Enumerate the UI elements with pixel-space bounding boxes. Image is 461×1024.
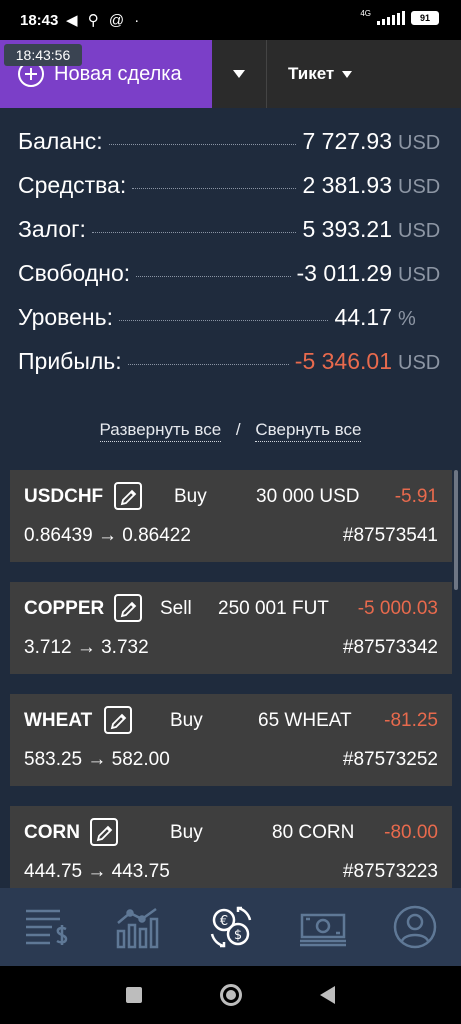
position-pnl: -81.25 bbox=[384, 710, 438, 731]
position-volume: 250 001 FUT bbox=[218, 598, 329, 619]
dotted-leader bbox=[119, 320, 329, 321]
nav-exchange[interactable]: € $ bbox=[184, 888, 276, 966]
network-type: 4G bbox=[360, 8, 371, 18]
summary-value: 7 727.93 bbox=[302, 128, 392, 154]
edit-icon[interactable] bbox=[114, 482, 142, 510]
position-ticket: #87573342 bbox=[342, 637, 438, 658]
position-side: Buy bbox=[174, 486, 207, 507]
position-side: Buy bbox=[170, 822, 203, 843]
position-card[interactable]: WHEAT Buy 65 WHEAT -81.25 583.25 → 582.0… bbox=[10, 694, 452, 786]
summary-value: -5 346.01 bbox=[294, 348, 392, 374]
summary-value: 5 393.21 bbox=[302, 216, 392, 242]
position-pnl: -5 000.03 bbox=[357, 598, 438, 619]
svg-text:€: € bbox=[219, 914, 227, 929]
nav-chart[interactable] bbox=[92, 888, 184, 966]
position-volume: 65 WHEAT bbox=[258, 710, 352, 731]
summary-unit: USD bbox=[398, 352, 441, 374]
summary-unit: USD bbox=[398, 264, 441, 286]
expand-all-link[interactable]: Развернуть все bbox=[99, 420, 222, 442]
link-separator: / bbox=[235, 420, 241, 439]
position-ticket: #87573223 bbox=[342, 861, 438, 882]
dotted-leader bbox=[136, 276, 291, 277]
summary-row: Прибыль: -5 346.01 USD bbox=[18, 348, 442, 392]
dotted-leader bbox=[127, 364, 289, 365]
summary-row: Баланс: 7 727.93 USD bbox=[18, 128, 442, 172]
status-time: 18:43 bbox=[20, 12, 59, 29]
summary-label: Уровень: bbox=[18, 304, 113, 330]
nav-account-statement[interactable] bbox=[0, 888, 92, 966]
position-symbol: USDCHF bbox=[24, 486, 104, 507]
chevron-down-icon bbox=[233, 70, 245, 78]
summary-row: Свободно: -3 011.29 USD bbox=[18, 260, 442, 304]
svg-text:$: $ bbox=[233, 928, 241, 943]
dotted-leader bbox=[108, 144, 297, 145]
position-symbol: CORN bbox=[24, 822, 80, 843]
position-pnl: -80.00 bbox=[384, 822, 438, 843]
server-time: 18:43:56 bbox=[4, 44, 82, 66]
new-deal-dropdown-button[interactable] bbox=[212, 40, 267, 108]
summary-value: 44.17 bbox=[334, 304, 392, 330]
position-volume: 80 CORN bbox=[272, 822, 355, 843]
position-ticket: #87573541 bbox=[342, 525, 438, 546]
position-side: Buy bbox=[170, 710, 203, 731]
ticket-dropdown[interactable]: Тикет bbox=[268, 40, 378, 108]
summary-row: Уровень: 44.17 % bbox=[18, 304, 442, 348]
ticket-label: Тикет bbox=[288, 64, 335, 83]
position-symbol: COPPER bbox=[24, 598, 105, 619]
summary-unit: USD bbox=[398, 176, 441, 198]
currency-exchange-icon: € $ bbox=[210, 906, 251, 948]
summary-label: Свободно: bbox=[18, 260, 131, 286]
position-price: 0.86439 → 0.86422 bbox=[24, 525, 191, 546]
edit-icon[interactable] bbox=[104, 706, 132, 734]
position-side: Sell bbox=[160, 598, 192, 619]
battery-icon: 91 bbox=[411, 11, 439, 25]
home-icon[interactable] bbox=[220, 984, 242, 1006]
summary-unit: USD bbox=[398, 132, 441, 154]
back-icon[interactable] bbox=[320, 986, 335, 1004]
dotted-leader bbox=[91, 232, 297, 233]
nav-profile[interactable] bbox=[369, 888, 461, 966]
summary-row: Залог: 5 393.21 USD bbox=[18, 216, 442, 260]
position-card[interactable]: CORN Buy 80 CORN -80.00 444.75 → 443.75 … bbox=[10, 806, 452, 888]
expand-collapse-links: Развернуть все / Свернуть все bbox=[0, 420, 461, 442]
position-pnl: -5.91 bbox=[394, 486, 438, 507]
position-ticket: #87573252 bbox=[342, 749, 438, 770]
bottom-nav: € $ bbox=[0, 888, 461, 966]
summary-label: Прибыль: bbox=[18, 348, 122, 374]
position-volume: 30 000 USD bbox=[256, 486, 360, 507]
banknote-icon bbox=[299, 913, 346, 947]
position-price: 583.25 → 582.00 bbox=[24, 749, 170, 770]
summary-label: Залог: bbox=[18, 216, 86, 242]
summary-row: Средства: 2 381.93 USD bbox=[18, 172, 442, 216]
edit-icon[interactable] bbox=[114, 594, 142, 622]
collapse-all-link[interactable]: Свернуть все bbox=[255, 420, 362, 442]
chart-icon bbox=[117, 907, 159, 949]
summary-value: -3 011.29 bbox=[296, 260, 392, 286]
account-statement-icon bbox=[26, 909, 68, 945]
position-card[interactable]: COPPER Sell 250 001 FUT -5 000.03 3.712 … bbox=[10, 582, 452, 674]
summary-value: 2 381.93 bbox=[302, 172, 392, 198]
position-price: 444.75 → 443.75 bbox=[24, 861, 170, 882]
system-nav-bar bbox=[0, 966, 461, 1024]
nav-money[interactable] bbox=[277, 888, 369, 966]
dotted-leader bbox=[132, 188, 297, 189]
signal-icon bbox=[377, 11, 405, 25]
status-bar: 18:43 ◀ ⚲ @ · 4G 91 bbox=[0, 0, 461, 40]
summary-unit: % bbox=[398, 308, 416, 330]
position-symbol: WHEAT bbox=[24, 710, 93, 731]
notification-icons: ◀ ⚲ @ · bbox=[66, 12, 143, 29]
summary-label: Баланс: bbox=[18, 128, 103, 154]
scrollbar[interactable] bbox=[454, 470, 458, 590]
summary-label: Средства: bbox=[18, 172, 127, 198]
position-card[interactable]: USDCHF Buy 30 000 USD -5.91 0.86439 → 0.… bbox=[10, 470, 452, 562]
position-price: 3.712 → 3.732 bbox=[24, 637, 149, 658]
chevron-down-icon bbox=[342, 70, 353, 78]
summary-unit: USD bbox=[398, 220, 441, 242]
edit-icon[interactable] bbox=[90, 818, 118, 846]
account-summary: Баланс: 7 727.93 USD Средства: 2 381.93 … bbox=[18, 128, 442, 392]
profile-icon bbox=[393, 905, 437, 949]
status-indicators: 4G 91 bbox=[360, 8, 439, 25]
recent-apps-icon[interactable] bbox=[126, 987, 142, 1003]
